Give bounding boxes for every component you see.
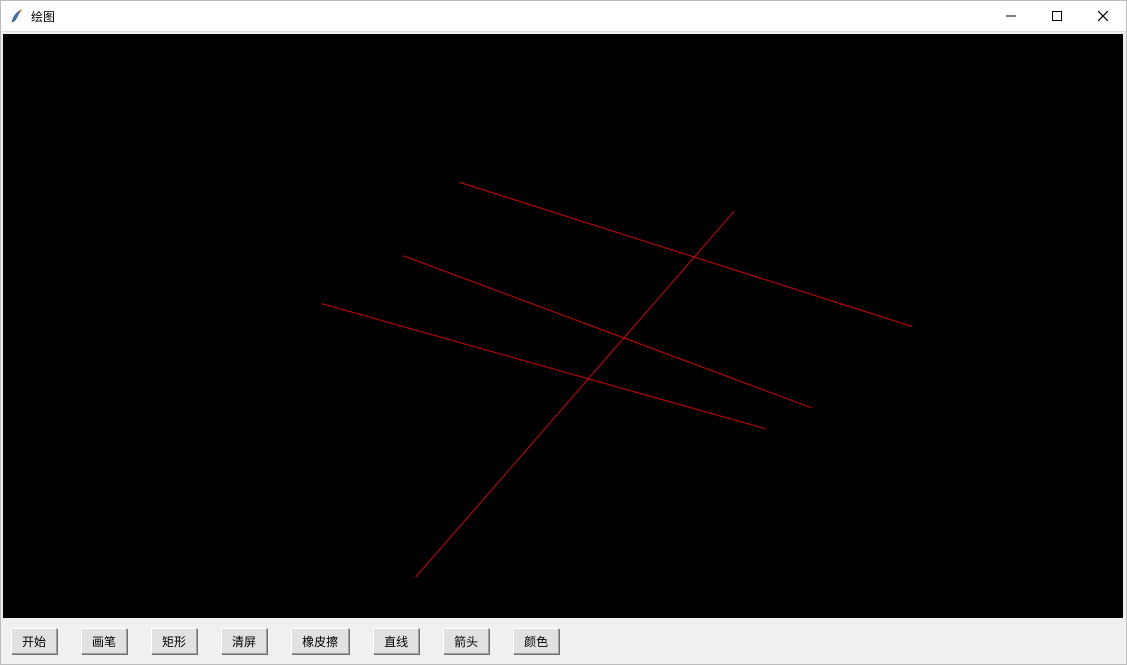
start-button[interactable]: 开始	[11, 628, 57, 654]
minimize-button[interactable]	[988, 1, 1034, 31]
close-button[interactable]	[1080, 1, 1126, 31]
rect-button[interactable]: 矩形	[151, 628, 197, 654]
clear-button[interactable]: 清屏	[221, 628, 267, 654]
maximize-button[interactable]	[1034, 1, 1080, 31]
color-button[interactable]: 颜色	[513, 628, 559, 654]
maximize-icon	[1052, 11, 1062, 21]
canvas-container	[1, 32, 1126, 620]
arrow-button[interactable]: 箭头	[443, 628, 489, 654]
line-button[interactable]: 直线	[373, 628, 419, 654]
tk-feather-icon	[9, 8, 25, 24]
app-window: 绘图 开始 画笔 矩形 清屏 橡皮擦 直线 箭头	[0, 0, 1127, 665]
canvas-line	[416, 211, 735, 577]
window-controls	[988, 1, 1126, 31]
canvas-line	[404, 256, 813, 408]
minimize-icon	[1006, 11, 1016, 21]
canvas-lines	[3, 34, 1123, 618]
client-area: 开始 画笔 矩形 清屏 橡皮擦 直线 箭头 颜色	[1, 32, 1126, 664]
canvas-line	[460, 182, 913, 326]
toolbar: 开始 画笔 矩形 清屏 橡皮擦 直线 箭头 颜色	[1, 620, 1126, 664]
close-icon	[1098, 11, 1108, 21]
window-title: 绘图	[31, 8, 55, 25]
pen-button[interactable]: 画笔	[81, 628, 127, 654]
drawing-canvas[interactable]	[3, 34, 1123, 618]
titlebar: 绘图	[1, 1, 1126, 32]
eraser-button[interactable]: 橡皮擦	[291, 628, 349, 654]
